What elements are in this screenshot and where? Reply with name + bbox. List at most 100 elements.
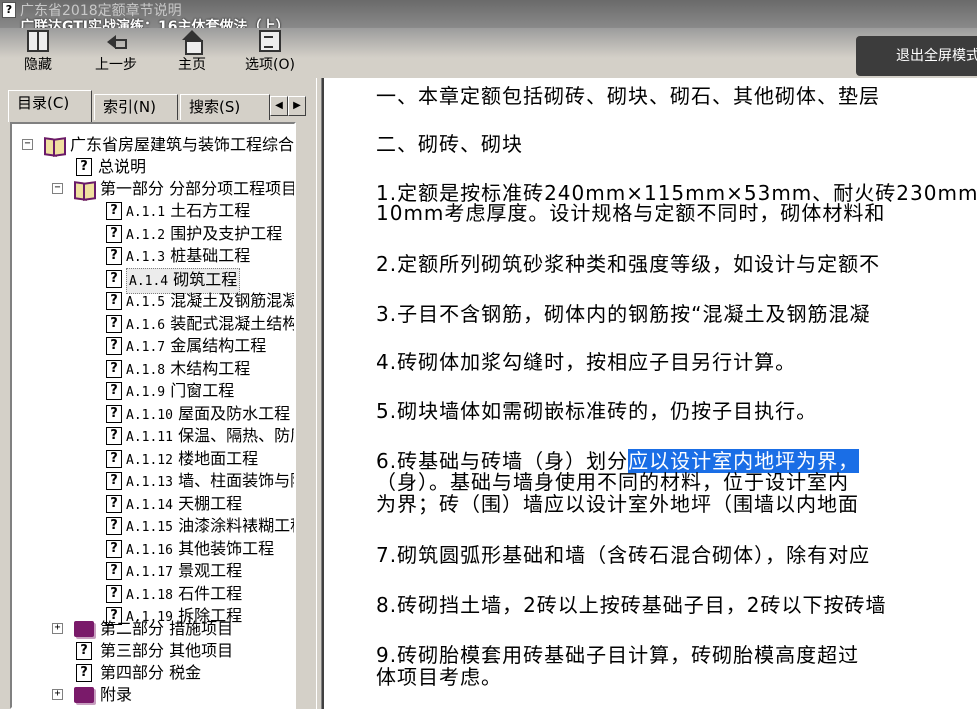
content-paragraph: 体项目考虑。 <box>376 665 502 689</box>
help-topic-icon: ? <box>106 562 122 580</box>
home-button[interactable]: 主页 <box>172 30 212 76</box>
tab-scroll-left-icon[interactable]: ◀ <box>270 96 288 116</box>
tree-node-label: A.1.3 桩基础工程 <box>126 245 250 269</box>
tree-node-label: A.1.8 木结构工程 <box>126 358 250 382</box>
tab-search[interactable]: 搜索(S) <box>180 94 270 120</box>
help-topic-icon: ? <box>106 494 122 513</box>
chapter-code: A.1.1 <box>126 205 166 220</box>
help-topic-icon: ? <box>106 382 122 400</box>
chapter-code: A.1.16 <box>126 542 173 558</box>
back-button-label: 上一步 <box>95 57 137 73</box>
help-topic-icon: ? <box>106 427 122 445</box>
chapter-code: A.1.12 <box>126 452 173 468</box>
collapse-icon[interactable]: − <box>22 139 33 150</box>
chapter-name: 其他装饰工程 <box>178 538 275 558</box>
tree-node-label: 总说明 <box>98 157 147 176</box>
tree-node-label: A.1.6 装配式混凝土结构工程 <box>126 313 294 337</box>
chapter-name: 金属结构工程 <box>170 336 267 355</box>
chapter-name: 保温、隔热、防腐工程 <box>178 426 294 445</box>
chapter-name: 楼地面工程 <box>178 448 259 468</box>
tree-node-label: A.1.11 保温、隔热、防腐工程 <box>126 425 294 449</box>
chapter-code: A.1.7 <box>126 340 166 355</box>
help-topic-icon: ? <box>106 539 122 558</box>
tree-node-label: A.1.1 土石方工程 <box>126 200 250 224</box>
hide-button[interactable]: 隐藏 <box>18 30 58 76</box>
help-topic-icon: ? <box>106 314 122 333</box>
back-button[interactable]: 上一步 <box>88 30 144 76</box>
tab-index[interactable]: 索引(N) <box>94 94 178 120</box>
chapter-code: A.1.17 <box>126 565 173 580</box>
content-paragraph: 10mm考虑厚度。设计规格与定额不同时，砌体材料和 <box>376 201 886 225</box>
chapter-name: 围护及支护工程 <box>170 223 283 243</box>
content-heading: 二、砌砖、砌块 <box>376 132 523 156</box>
content-paragraph: 为界；砖（围）墙应以设计室外地坪（围墙以内地面 <box>376 492 859 516</box>
nav-tabs: 目录(C) 索引(N) 搜索(S) ◀ ▶ <box>8 90 308 122</box>
hide-pane-icon <box>27 30 49 52</box>
tree-node-label: 第三部分 其他项目 <box>100 641 234 660</box>
chapter-code: A.1.3 <box>126 250 166 265</box>
expand-icon[interactable]: + <box>52 689 63 700</box>
content-paragraph: （身）。基础与墙身使用不同的材料，位于设计室内 <box>376 470 849 494</box>
chapter-name: 混凝土及钢筋混凝土工程 <box>170 291 296 310</box>
collapse-icon[interactable]: − <box>52 183 63 194</box>
content-paragraph: 一、本章定额包括砌砖、砌块、砌石、其他砌体、垫层 <box>376 84 880 108</box>
content-paragraph: 4.砖砌体加浆勾缝时，按相应子目另行计算。 <box>376 350 797 374</box>
tree-node-label: A.1.14 天棚工程 <box>126 493 242 517</box>
help-topic-icon: ? <box>106 584 122 603</box>
help-topic-icon: ? <box>106 404 122 423</box>
options-button-label: 选项(O) <box>245 57 295 73</box>
closed-book-icon <box>74 621 94 637</box>
exit-fullscreen-button[interactable]: 退出全屏模式 <box>856 36 977 76</box>
tree-node-label: A.1.5 混凝土及钢筋混凝土工程 <box>126 290 296 314</box>
back-arrow-icon <box>105 30 127 52</box>
chapter-code: A.1.8 <box>126 362 166 378</box>
chapter-code: A.1.10 <box>126 407 173 423</box>
chapter-name: 桩基础工程 <box>170 246 251 265</box>
chapter-code: A.1.13 <box>126 475 173 490</box>
help-topic-icon: ? <box>106 247 122 265</box>
help-topic-icon: ? <box>106 224 122 243</box>
tab-contents[interactable]: 目录(C) <box>8 90 92 122</box>
navigation-pane: 目录(C) 索引(N) 搜索(S) ◀ ▶ − 广东省房屋建筑与装饰工程综合定额… <box>0 78 316 709</box>
content-paragraph: 7.砌筑圆弧形基础和墙（含砖石混合砌体），除有对应 <box>376 543 871 567</box>
chapter-name: 屋面及防水工程 <box>178 403 291 423</box>
help-topic-icon: ? <box>106 202 122 220</box>
tree-node-label: A.1.16 其他装饰工程 <box>126 538 274 562</box>
closed-book-icon <box>74 687 94 703</box>
chapter-name: 木结构工程 <box>170 358 251 378</box>
help-topic-icon: ? <box>76 158 92 176</box>
content-paragraph: 2.定额所列砌筑砂浆种类和强度等级，如设计与定额不 <box>376 252 881 276</box>
expand-icon[interactable]: + <box>52 623 63 634</box>
tree-node-label: A.1.18 石件工程 <box>126 583 242 607</box>
content-paragraph: 8.砖砌挡土墙，2砖以上按砖基础子目，2砖以下按砖墙 <box>376 593 887 617</box>
chapter-name: 砌筑工程 <box>173 269 238 289</box>
chapter-name: 墙、柱面装饰与隔断 <box>178 471 294 490</box>
chapter-code: A.1.15 <box>126 520 173 535</box>
options-icon <box>259 30 281 52</box>
tree-node-label: 广东省房屋建筑与装饰工程综合定额 <box>70 135 295 154</box>
content-paragraph: 3.子目不含钢筋，砌体内的钢筋按“混凝土及钢筋混凝 <box>376 302 871 326</box>
help-topic-icon: ? <box>76 642 92 660</box>
help-topic-icon: ? <box>76 664 92 682</box>
help-topic-icon: ? <box>106 449 122 468</box>
tab-scroll-right-icon[interactable]: ▶ <box>288 96 306 116</box>
chapter-name: 门窗工程 <box>170 381 235 400</box>
home-icon <box>181 30 203 55</box>
tree-node-label: A.1.17 景观工程 <box>126 560 242 584</box>
contents-tree[interactable]: − 广东省房屋建筑与装饰工程综合定额 ? 总说明 − 第一部分 分部分项工程项目… <box>10 122 296 709</box>
chapter-code: A.1.2 <box>126 227 166 243</box>
chapter-name: 装配式混凝土结构工程 <box>170 313 294 333</box>
content-paragraph: 6.砖基础与砖墙（身）划分应以设计室内地坪为界， <box>376 449 860 473</box>
toolbar: 隐藏 上一步 主页 选项(O) <box>0 28 977 78</box>
chapter-name: 土石方工程 <box>170 201 251 220</box>
tree-node-label: 第二部分 措施项目 <box>100 619 234 638</box>
help-topic-icon: ? <box>106 359 122 378</box>
help-file-icon: ? <box>2 2 16 18</box>
options-button[interactable]: 选项(O) <box>238 30 302 76</box>
chapter-code: A.1.5 <box>126 295 166 310</box>
help-topic-icon: ? <box>106 337 122 355</box>
tree-node-label: 附录 <box>100 685 133 704</box>
tree-node-label: 第四部分 税金 <box>100 663 202 682</box>
tree-node-label: A.1.7 金属结构工程 <box>126 335 266 359</box>
chapter-code: A.1.18 <box>126 587 173 603</box>
